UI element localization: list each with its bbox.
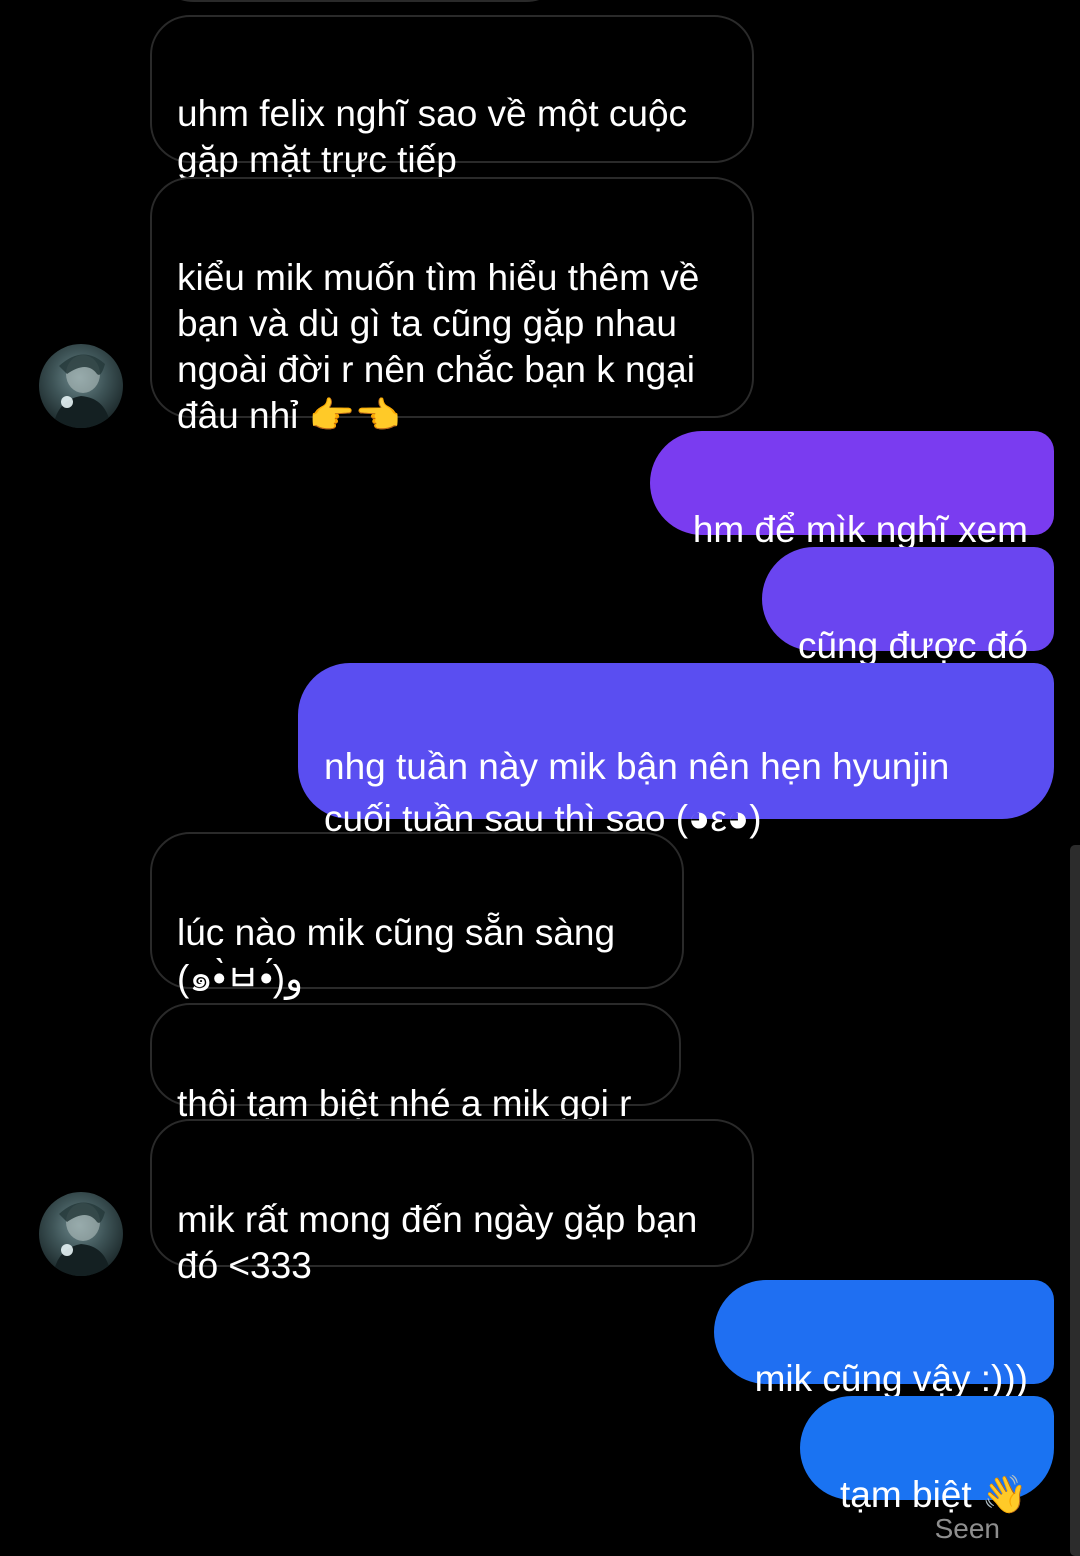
incoming-message-bubble[interactable]: mik rất mong đến ngày gặp bạn đó <333	[150, 1119, 754, 1286]
incoming-message-bubble[interactable]: lúc nào mik cũng sẵn sàng (๑•̀ㅂ•́)و	[150, 832, 684, 999]
message-text: cũng được đó	[797, 625, 1028, 666]
message-text: kiểu mik muốn tìm hiểu thêm về bạn và dù…	[177, 257, 700, 436]
message-text: mik rất mong đến ngày gặp bạn đó <333	[177, 1199, 698, 1286]
message-text: thôi tạm biệt nhé a mik gọi r	[177, 1083, 632, 1124]
message-text: mik cũng vậy :)))	[754, 1358, 1028, 1399]
outgoing-message-bubble[interactable]: tạm biệt 👋	[800, 1396, 1054, 1515]
seen-status-label: Seen	[934, 1513, 1000, 1544]
outgoing-message-bubble[interactable]: cũng được đó	[762, 547, 1054, 666]
incoming-message-bubble[interactable]: thôi tạm biệt nhé a mik gọi r	[150, 1003, 681, 1124]
message-text: lúc nào mik cũng sẵn sàng (๑•̀ㅂ•́)و	[177, 912, 616, 999]
message-text: tạm biệt 👋	[840, 1474, 1028, 1515]
scrollbar[interactable]	[1070, 845, 1080, 1556]
previous-message-bubble-edge	[150, 0, 570, 2]
incoming-message-bubble[interactable]: uhm felix nghĩ sao về một cuộc gặp mặt t…	[150, 15, 754, 180]
avatar-photo-icon	[53, 354, 111, 428]
contact-avatar[interactable]	[39, 344, 123, 428]
outgoing-message-bubble[interactable]: hm để mìk nghĩ xem	[650, 431, 1054, 550]
incoming-message-bubble[interactable]: kiểu mik muốn tìm hiểu thêm về bạn và dù…	[150, 177, 754, 436]
contact-avatar[interactable]	[39, 1192, 123, 1276]
message-text: uhm felix nghĩ sao về một cuộc gặp mặt t…	[177, 93, 688, 180]
avatar-photo-icon	[53, 1202, 111, 1276]
message-text: nhg tuần này mik bận nên hẹn hyunjin cuố…	[324, 746, 950, 839]
outgoing-message-bubble[interactable]: nhg tuần này mik bận nên hẹn hyunjin cuố…	[298, 663, 1054, 839]
message-text: hm để mìk nghĩ xem	[692, 509, 1028, 550]
outgoing-message-bubble[interactable]: mik cũng vậy :)))	[714, 1280, 1054, 1399]
